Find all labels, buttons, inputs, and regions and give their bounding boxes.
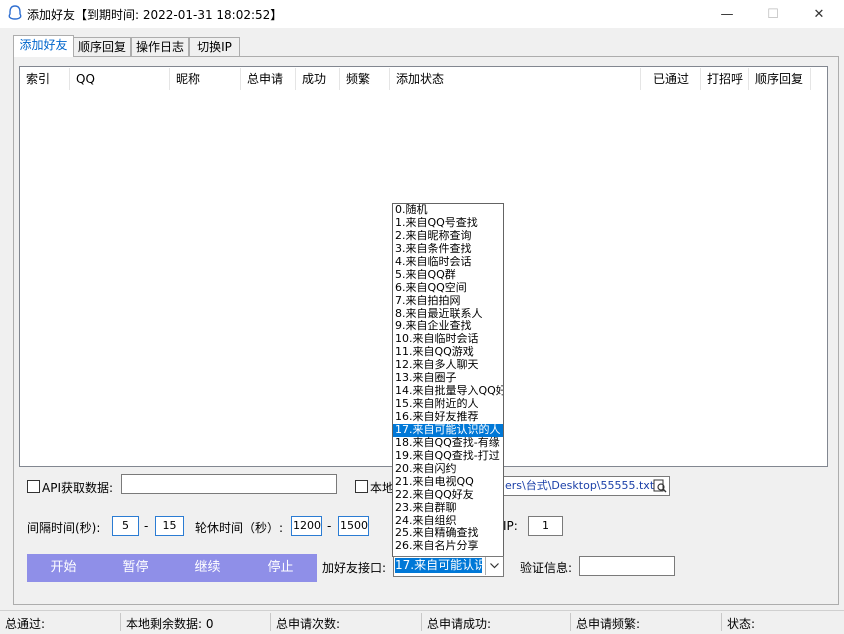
source-option[interactable]: 15.来自附近的人 xyxy=(393,398,503,411)
column-header-qq[interactable]: QQ xyxy=(70,68,170,90)
source-option[interactable]: 23.来自群聊 xyxy=(393,502,503,515)
verify-label: 验证信息: xyxy=(520,561,573,575)
start-button[interactable]: 开始 xyxy=(27,554,100,582)
minimize-icon: — xyxy=(720,6,734,22)
title-bar: 添加好友【到期时间: 2022-01-31 18:02:52】 — ☐ ✕ xyxy=(0,0,844,28)
interval-dash: - xyxy=(144,519,149,533)
source-option[interactable]: 0.随机 xyxy=(393,204,503,217)
tab-switch-ip[interactable]: 切换IP xyxy=(189,37,240,56)
source-select[interactable]: 17.来自可能认识的人 xyxy=(393,556,504,577)
maximize-button[interactable]: ☐ xyxy=(750,0,796,28)
local-checkbox[interactable] xyxy=(355,480,368,493)
column-header-sequence-reply[interactable]: 顺序回复 xyxy=(749,68,811,90)
qq-app-icon xyxy=(8,5,22,20)
column-header-nickname[interactable]: 昵称 xyxy=(170,68,241,90)
source-option[interactable]: 6.来自QQ空间 xyxy=(393,282,503,295)
local-file-path: ers\台式\Desktop\55555.txt xyxy=(505,479,655,492)
source-option[interactable]: 12.来自多人聊天 xyxy=(393,359,503,372)
source-option[interactable]: 5.来自QQ群 xyxy=(393,269,503,282)
window-title: 添加好友【到期时间: 2022-01-31 18:02:52】 xyxy=(27,8,283,22)
status-separator xyxy=(721,613,722,631)
source-option[interactable]: 25.来自精确查找 xyxy=(393,527,503,540)
maximize-icon: ☐ xyxy=(767,6,779,22)
tab-operation-log[interactable]: 操作日志 xyxy=(131,37,189,56)
status-local-remaining: 本地剩余数据: 0 xyxy=(126,617,214,631)
interval-to-input[interactable]: 15 xyxy=(155,516,184,536)
source-option[interactable]: 11.来自QQ游戏 xyxy=(393,346,503,359)
source-option[interactable]: 20.来自闪约 xyxy=(393,463,503,476)
source-option[interactable]: 26.来自名片分享 xyxy=(393,540,503,553)
status-separator xyxy=(421,613,422,631)
rest-to-input[interactable]: 1500 xyxy=(338,516,369,536)
source-option[interactable]: 19.来自QQ查找-打过 xyxy=(393,450,503,463)
api-checkbox[interactable] xyxy=(27,480,40,493)
column-header-greet[interactable]: 打招呼 xyxy=(701,68,749,90)
resume-button[interactable]: 继续 xyxy=(171,554,244,582)
source-option[interactable]: 4.来自临时会话 xyxy=(393,256,503,269)
source-option[interactable]: 7.来自拍拍网 xyxy=(393,295,503,308)
source-option[interactable]: 21.来自电视QQ xyxy=(393,476,503,489)
interval-from-input[interactable]: 5 xyxy=(112,516,139,536)
status-state: 状态: xyxy=(727,617,756,631)
chevron-down-icon xyxy=(490,563,499,569)
column-header-success[interactable]: 成功 xyxy=(296,68,340,90)
file-browse-icon[interactable] xyxy=(653,479,667,493)
close-icon: ✕ xyxy=(813,6,825,22)
column-header-frequent[interactable]: 频繁 xyxy=(340,68,390,90)
status-total-frequent: 总申请频繁: xyxy=(576,617,641,631)
status-separator xyxy=(120,613,121,631)
interval-label: 间隔时间(秒): xyxy=(27,521,101,535)
source-option[interactable]: 8.来自最近联系人 xyxy=(393,308,503,321)
source-option[interactable]: 2.来自昵称查询 xyxy=(393,230,503,243)
source-option[interactable]: 22.来自QQ好友 xyxy=(393,489,503,502)
local-file-box[interactable]: ers\台式\Desktop\55555.txt xyxy=(502,476,670,496)
ip-input[interactable]: 1 xyxy=(528,516,563,536)
source-label: 加好友接口: xyxy=(322,561,387,575)
source-dropdown-button[interactable] xyxy=(485,557,503,575)
source-option[interactable]: 3.来自条件查找 xyxy=(393,243,503,256)
source-option[interactable]: 17.来自可能认识的人 xyxy=(393,423,503,437)
minimize-button[interactable]: — xyxy=(704,0,750,28)
api-input[interactable] xyxy=(121,474,337,494)
column-header-passed[interactable]: 已通过 xyxy=(641,68,701,90)
source-option[interactable]: 18.来自QQ查找-有缘 xyxy=(393,437,503,450)
status-bar: 总通过: 本地剩余数据: 0 总申请次数: 总申请成功: 总申请频繁: 状态: xyxy=(0,610,844,634)
source-select-value: 17.来自可能认识的人 xyxy=(395,558,482,573)
source-option[interactable]: 16.来自好友推荐 xyxy=(393,411,503,424)
source-option[interactable]: 24.来自组织 xyxy=(393,515,503,528)
api-label: API获取数据: xyxy=(42,481,114,495)
column-header-add-status[interactable]: 添加状态 xyxy=(390,68,641,90)
status-total-passed: 总通过: xyxy=(5,617,46,631)
rest-from-input[interactable]: 1200 xyxy=(291,516,322,536)
status-total-success: 总申请成功: xyxy=(427,617,492,631)
rest-label: 轮休时间（秒）: xyxy=(195,521,284,535)
tab-sequence-reply[interactable]: 顺序回复 xyxy=(73,37,131,56)
source-option[interactable]: 13.来自圈子 xyxy=(393,372,503,385)
local-label: 本地 xyxy=(370,481,395,495)
status-total-requests: 总申请次数: xyxy=(276,617,341,631)
status-separator xyxy=(570,613,571,631)
source-option[interactable]: 9.来自企业查找 xyxy=(393,320,503,333)
source-option[interactable]: 1.来自QQ号查找 xyxy=(393,217,503,230)
source-dropdown-list[interactable]: 0.随机 1.来自QQ号查找 2.来自昵称查询 3.来自条件查找 4.来自临时会话 5.来… xyxy=(392,203,504,557)
rest-dash: - xyxy=(327,519,332,533)
column-header-total-requests[interactable]: 总申请 xyxy=(241,68,296,90)
pause-button[interactable]: 暂停 xyxy=(99,554,172,582)
verify-input[interactable] xyxy=(579,556,675,576)
close-button[interactable]: ✕ xyxy=(796,0,842,28)
ip-label: IP: xyxy=(503,519,518,533)
source-option[interactable]: 10.来自临时会话 xyxy=(393,333,503,346)
stop-button[interactable]: 停止 xyxy=(244,554,317,582)
status-separator xyxy=(270,613,271,631)
tab-add-friend[interactable]: 添加好友 xyxy=(13,35,74,57)
column-header-index[interactable]: 索引 xyxy=(20,68,70,90)
source-option[interactable]: 14.来自批量导入QQ好友 xyxy=(393,385,503,398)
